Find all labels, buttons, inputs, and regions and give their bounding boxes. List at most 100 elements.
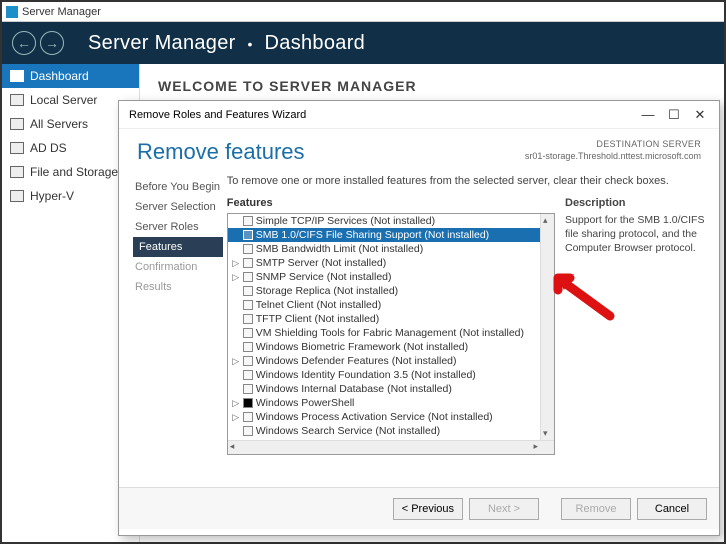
dashboard-icon — [10, 70, 24, 82]
app-title: Server Manager — [22, 6, 101, 18]
feature-checkbox[interactable] — [243, 328, 253, 338]
feature-checkbox[interactable] — [243, 314, 253, 324]
wizard-heading: Remove features — [137, 139, 525, 165]
feature-row[interactable]: Windows Search Service (Not installed) — [228, 424, 554, 438]
feature-label: Windows Identity Foundation 3.5 (Not ins… — [256, 369, 476, 381]
feature-label: VM Shielding Tools for Fabric Management… — [256, 327, 524, 339]
feature-row[interactable]: Windows Identity Foundation 3.5 (Not ins… — [228, 368, 554, 382]
maximize-button[interactable]: ☐ — [661, 107, 687, 123]
feature-checkbox[interactable] — [243, 412, 253, 422]
feature-label: Windows Biometric Framework (Not install… — [256, 341, 468, 353]
feature-label: Windows Search Service (Not installed) — [256, 425, 440, 437]
wizard-titlebar: Remove Roles and Features Wizard — ☐ ✕ — [119, 101, 719, 129]
feature-checkbox[interactable] — [243, 384, 253, 394]
app-icon — [6, 6, 18, 18]
previous-button[interactable]: < Previous — [393, 498, 463, 520]
sidebar-item-dashboard[interactable]: Dashboard — [2, 64, 139, 88]
close-button[interactable]: ✕ — [687, 107, 713, 123]
minimize-button[interactable]: — — [635, 107, 661, 122]
hdr-page: Dashboard — [265, 32, 366, 54]
step-server-roles[interactable]: Server Roles — [133, 217, 223, 237]
feature-checkbox[interactable] — [243, 216, 253, 226]
feature-label: SMB Bandwidth Limit (Not installed) — [256, 243, 423, 255]
feature-row[interactable]: SMB Bandwidth Limit (Not installed) — [228, 242, 554, 256]
feature-label: SMTP Server (Not installed) — [256, 257, 387, 269]
step-server-selection[interactable]: Server Selection — [133, 197, 223, 217]
feature-label: SMB 1.0/CIFS File Sharing Support (Not i… — [256, 229, 489, 241]
feature-row[interactable]: ▷ SNMP Service (Not installed) — [228, 270, 554, 284]
feature-row[interactable]: Windows Internal Database (Not installed… — [228, 382, 554, 396]
feature-checkbox[interactable] — [243, 370, 253, 380]
destination-server: DESTINATION SERVER sr01-storage.Threshol… — [525, 139, 701, 162]
expand-icon[interactable]: ▷ — [232, 272, 240, 283]
feature-row[interactable]: ▷ SMTP Server (Not installed) — [228, 256, 554, 270]
back-button[interactable]: ← — [12, 31, 36, 55]
next-button[interactable]: Next > — [469, 498, 539, 520]
app-titlebar: Server Manager — [2, 2, 724, 22]
feature-row[interactable]: ▷ Windows PowerShell — [228, 396, 554, 410]
wizard-footer: < Previous Next > Remove Cancel — [119, 487, 719, 529]
wizard-dialog: Remove Roles and Features Wizard — ☐ ✕ R… — [118, 100, 720, 536]
features-listbox: Simple TCP/IP Services (Not installed) SM… — [227, 213, 555, 455]
header-bar: ← → Server Manager • Dashboard — [2, 22, 724, 64]
feature-label: Simple TCP/IP Services (Not installed) — [256, 215, 435, 227]
description-text: Support for the SMB 1.0/CIFS file sharin… — [565, 213, 705, 256]
feature-label: Windows Internal Database (Not installed… — [256, 383, 452, 395]
feature-row[interactable]: ▷ Windows Defender Features (Not installe… — [228, 354, 554, 368]
feature-label: Windows Defender Features (Not installed… — [256, 355, 457, 367]
step-features[interactable]: Features — [133, 237, 223, 257]
step-confirmation: Confirmation — [133, 257, 223, 277]
feature-label: Storage Replica (Not installed) — [256, 285, 398, 297]
feature-label: Windows PowerShell — [256, 397, 355, 409]
cancel-button[interactable]: Cancel — [637, 498, 707, 520]
feature-row[interactable]: Simple TCP/IP Services (Not installed) — [228, 214, 554, 228]
servers-icon — [10, 118, 24, 130]
feature-row[interactable]: SMB 1.0/CIFS File Sharing Support (Not i… — [228, 228, 554, 242]
feature-row[interactable]: Storage Replica (Not installed) — [228, 284, 554, 298]
sidebar-item-label: Hyper-V — [30, 189, 74, 203]
feature-row[interactable]: ▷ Windows Process Activation Service (Not… — [228, 410, 554, 424]
breadcrumb-sep-icon: • — [247, 36, 252, 52]
hyperv-icon — [10, 190, 24, 202]
expand-icon[interactable]: ▷ — [232, 356, 240, 367]
feature-row[interactable]: Telnet Client (Not installed) — [228, 298, 554, 312]
feature-checkbox[interactable] — [243, 356, 253, 366]
wizard-instruction: To remove one or more installed features… — [227, 175, 705, 187]
feature-checkbox[interactable] — [243, 258, 253, 268]
feature-checkbox[interactable] — [243, 244, 253, 254]
expand-icon[interactable]: ▷ — [232, 258, 240, 269]
feature-checkbox[interactable] — [243, 342, 253, 352]
step-before-you-begin[interactable]: Before You Begin — [133, 177, 223, 197]
feature-label: SNMP Service (Not installed) — [256, 271, 392, 283]
wizard-steps: Before You Begin Server Selection Server… — [133, 171, 223, 487]
feature-checkbox[interactable] — [243, 426, 253, 436]
feature-checkbox[interactable] — [243, 398, 253, 408]
sidebar-item-label: AD DS — [30, 141, 67, 155]
features-label: Features — [227, 197, 555, 209]
vertical-scrollbar[interactable] — [540, 214, 554, 440]
step-results: Results — [133, 277, 223, 297]
feature-row[interactable]: TFTP Client (Not installed) — [228, 312, 554, 326]
wizard-title: Remove Roles and Features Wizard — [129, 109, 306, 121]
adds-icon — [10, 142, 24, 154]
feature-label: Windows Process Activation Service (Not … — [256, 411, 493, 423]
forward-button[interactable]: → — [40, 31, 64, 55]
storage-icon — [10, 166, 24, 178]
feature-row[interactable]: Windows Biometric Framework (Not install… — [228, 340, 554, 354]
dest-value: sr01-storage.Threshold.nttest.microsoft.… — [525, 151, 701, 163]
dest-label: DESTINATION SERVER — [525, 139, 701, 151]
sidebar-item-label: Local Server — [30, 93, 97, 107]
features-list[interactable]: Simple TCP/IP Services (Not installed) SM… — [228, 214, 554, 440]
feature-checkbox[interactable] — [243, 272, 253, 282]
feature-checkbox[interactable] — [243, 286, 253, 296]
expand-icon[interactable]: ▷ — [232, 398, 240, 409]
sidebar-item-label: Dashboard — [30, 69, 89, 83]
server-icon — [10, 94, 24, 106]
feature-row[interactable]: VM Shielding Tools for Fabric Management… — [228, 326, 554, 340]
sidebar-item-label: File and Storage — [30, 165, 118, 179]
feature-checkbox[interactable] — [243, 300, 253, 310]
remove-button[interactable]: Remove — [561, 498, 631, 520]
feature-checkbox[interactable] — [243, 230, 253, 240]
horizontal-scrollbar[interactable] — [228, 440, 554, 454]
expand-icon[interactable]: ▷ — [232, 412, 240, 423]
